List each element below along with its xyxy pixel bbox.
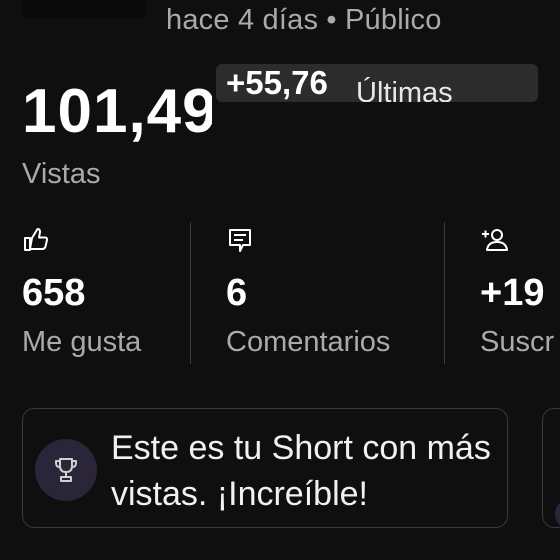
trophy-badge — [35, 439, 97, 501]
views-label: Vistas — [22, 158, 101, 190]
short-analytics-screen: hace 4 días • Público 101,49 +55,76 Últi… — [0, 0, 560, 560]
views-total: 101,49 — [22, 77, 212, 146]
highlight-card-text: Este es tu Short con más vistas. ¡Increí… — [111, 429, 491, 513]
highlight-card[interactable]: Este es tu Short con más vistas. ¡Increí… — [22, 408, 508, 528]
engagement-stats: 658 Me gusta 6 Comentarios +19 Suscr — [0, 222, 560, 364]
views-delta-badge: +55,76 Últimas — [216, 64, 538, 102]
video-thumbnail[interactable] — [22, 0, 146, 18]
add-subscriber-icon — [480, 226, 508, 254]
subscribers-label: Suscr — [480, 326, 555, 358]
next-card-badge — [555, 499, 560, 529]
stats-divider — [444, 222, 445, 364]
comments-label: Comentarios — [226, 326, 391, 358]
views-delta-value: +55,76 — [226, 64, 328, 101]
likes-label: Me gusta — [22, 326, 142, 358]
subscribers-count: +19 — [480, 272, 545, 314]
comment-icon — [226, 226, 254, 254]
next-highlight-card[interactable] — [542, 408, 560, 529]
comments-count: 6 — [226, 272, 248, 314]
views-delta-label: Últimas — [356, 77, 453, 102]
thumbs-up-icon — [22, 226, 50, 254]
video-meta: hace 4 días • Público — [166, 4, 442, 36]
trophy-icon — [55, 458, 77, 482]
stats-divider — [190, 222, 191, 364]
likes-count: 658 — [22, 272, 86, 314]
